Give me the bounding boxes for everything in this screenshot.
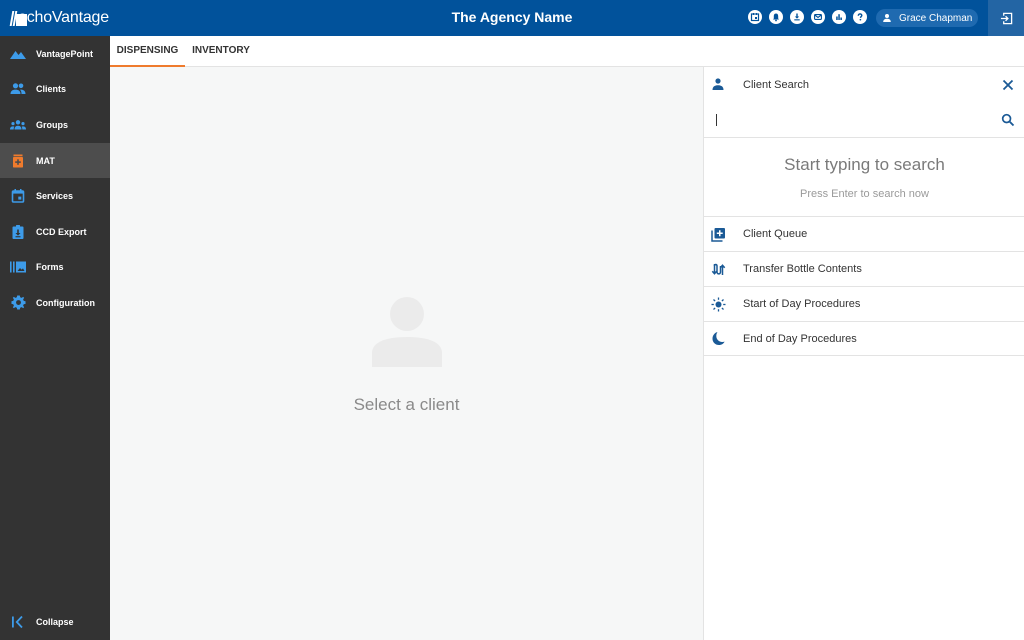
tab-inventory[interactable]: INVENTORY [185,36,257,67]
panel-header: Client Search [704,67,1024,103]
forms-icon [10,260,26,274]
gear-icon [10,295,26,310]
people-icon [10,82,26,96]
sidebar-item-label: Forms [36,261,64,272]
sidebar-item-label: Configuration [36,297,95,308]
logout-button[interactable] [988,0,1024,36]
sidebar-item-label: Services [36,190,74,201]
logo-mark-icon [9,10,27,27]
calendar-icon[interactable] [748,10,762,24]
help-icon[interactable] [853,10,867,24]
panel-title: Client Search [743,79,810,91]
sidebar-item-groups[interactable]: Groups [0,107,110,142]
queue-add-icon [710,226,726,242]
search-row [704,103,1024,138]
sidebar-item-clients[interactable]: Clients [0,71,110,106]
action-transfer-bottle-contents[interactable]: Transfer Bottle Contents [704,251,1024,286]
calendar-icon [10,188,26,203]
user-icon [883,14,891,22]
action-label: Transfer Bottle Contents [743,263,862,275]
logo-text: echoVantage [18,9,109,26]
moon-icon [710,331,726,347]
user-name: Grace Chapman [899,12,973,24]
header-icon-group [748,10,867,24]
sidebar-item-configuration[interactable]: Configuration [0,285,110,320]
sidebar-item-mat[interactable]: MAT [0,143,110,178]
sidebar-item-label: VantagePoint [36,48,94,59]
action-label: Client Queue [743,228,808,240]
sidebar: VantagePoint Clients Groups MAT Services… [0,36,110,640]
medication-bottle-icon [10,154,26,168]
main-content: Select a client [110,67,703,640]
groups-icon [10,118,26,132]
tab-dispensing[interactable]: DISPENSING [110,36,185,67]
agency-name: The Agency Name [451,9,573,25]
sidebar-item-label: CCD Export [36,226,87,237]
sidebar-item-ccd-export[interactable]: CCD Export [0,214,110,249]
app-logo[interactable]: echoVantage [9,8,109,28]
client-search-panel: Client Search Start typing to search Pre… [703,67,1024,640]
action-label: Start of Day Procedures [743,298,861,310]
chart-icon[interactable] [832,10,846,24]
sidebar-item-label: MAT [36,155,55,166]
clipboard-download-icon [10,224,26,239]
sidebar-item-vantagepoint[interactable]: VantagePoint [0,36,110,71]
search-empty-title: Start typing to search [784,155,945,174]
bell-icon[interactable] [769,10,783,24]
action-label: End of Day Procedures [743,332,857,345]
mountain-icon [10,47,26,61]
sidebar-item-label: Clients [36,83,67,94]
sidebar-item-services[interactable]: Services [0,178,110,213]
action-start-of-day-procedures[interactable]: Start of Day Procedures [704,286,1024,321]
mail-icon[interactable] [811,10,825,24]
action-client-queue[interactable]: Client Queue [704,216,1024,251]
download-icon[interactable] [790,10,804,24]
top-bar: echoVantage The Agency Name Grace Chapma… [0,0,1024,36]
empty-state-message: Select a client [353,395,460,414]
tab-bar: DISPENSING INVENTORY [110,36,1024,67]
action-end-of-day-procedures[interactable]: End of Day Procedures [704,321,1024,356]
search-empty-subtitle: Press Enter to search now [799,188,929,200]
close-icon[interactable] [1001,78,1015,92]
user-menu-button[interactable]: Grace Chapman [876,9,978,27]
client-placeholder-icon [372,297,442,367]
sidebar-collapse-button[interactable]: Collapse [0,610,110,634]
search-icon[interactable] [1001,113,1015,127]
sun-icon [710,296,726,312]
sidebar-item-forms[interactable]: Forms [0,249,110,284]
transfer-icon [710,261,726,277]
collapse-label: Collapse [36,617,74,627]
text-cursor [716,114,717,126]
collapse-left-icon [10,615,26,629]
person-icon [712,78,724,90]
logout-icon [1000,12,1012,24]
sidebar-item-label: Groups [36,119,69,130]
client-search-input[interactable] [714,111,994,131]
